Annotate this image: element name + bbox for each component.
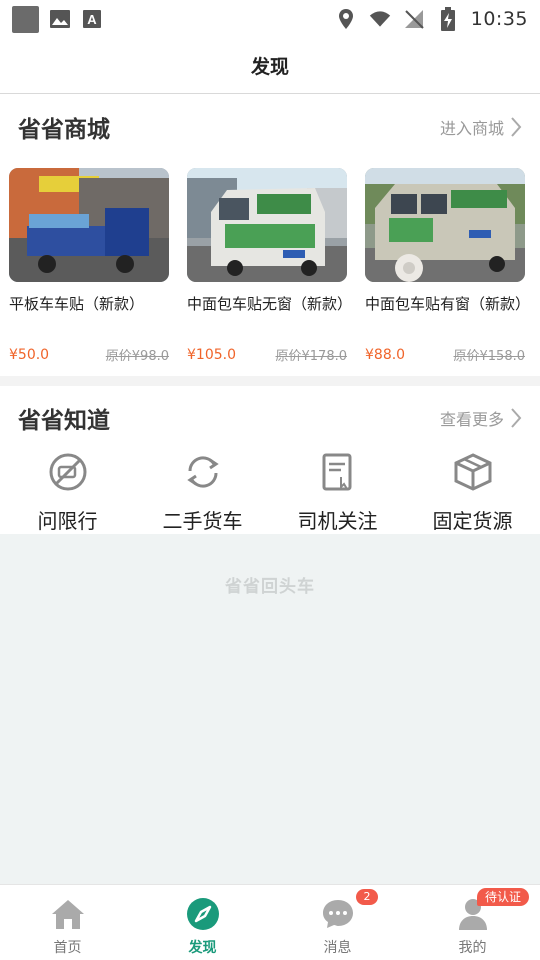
banner-area: 省省回头车: [0, 534, 540, 884]
feature-restriction-query[interactable]: 问限行: [0, 450, 135, 534]
bottom-nav: 首页 发现 消息 2 我的 待认证: [0, 884, 540, 960]
clock: 10:35: [470, 8, 528, 30]
product-card[interactable]: 平板车车贴（新款） ¥50.0 原价¥98.0: [9, 168, 169, 368]
mall-section-title: 省省商城: [18, 117, 110, 143]
feature-label: 固定货源: [432, 509, 513, 533]
status-bar: A 10:35: [0, 0, 540, 38]
nav-messages[interactable]: 消息 2: [270, 885, 405, 960]
knowledge-section-title: 省省知道: [18, 408, 110, 434]
product-list: 平板车车贴（新款） ¥50.0 原价¥98.0 中面包车贴无窗（新款） ¥105…: [9, 168, 533, 368]
product-card[interactable]: 中面包车贴无窗（新款） ¥105.0 原价¥178.0: [187, 168, 353, 368]
see-more-label: 查看更多: [439, 410, 504, 429]
mall-section-header: 省省商城 进入商城: [0, 97, 540, 157]
nav-home[interactable]: 首页: [0, 885, 135, 960]
feature-label: 问限行: [37, 509, 98, 533]
page-title: 发现: [250, 56, 289, 78]
no-driving-icon: [46, 450, 90, 493]
product-original-price: 原价¥178.0: [275, 349, 348, 364]
feature-label: 二手货车: [162, 509, 243, 533]
product-price: ¥88.0: [365, 346, 406, 363]
product-image-van-with-window: [365, 168, 525, 282]
product-name: 中面包车贴有窗（新款）: [365, 295, 531, 313]
see-more-link[interactable]: 查看更多: [440, 406, 522, 430]
feature-used-trucks[interactable]: 二手货车: [135, 450, 270, 534]
nav-mine[interactable]: 我的 待认证: [405, 885, 540, 960]
product-card[interactable]: 中面包车贴有窗（新款） ¥88.0 原价¥158.0: [365, 168, 531, 368]
feature-label: 司机关注: [297, 509, 378, 533]
enter-mall-label: 进入商城: [439, 119, 504, 138]
app-notification-icon: [12, 5, 39, 33]
chevron-right-icon: [511, 117, 522, 137]
product-original-price: 原价¥98.0: [105, 349, 169, 364]
image-icon: [49, 8, 71, 30]
nav-label: 首页: [53, 940, 82, 956]
chevron-right-icon: [511, 408, 522, 428]
feature-grid: 问限行 二手货车 司机关注 固定货源: [0, 450, 540, 534]
feature-driver-concern[interactable]: 司机关注: [270, 450, 405, 534]
app-header: 发现: [0, 38, 540, 94]
enter-mall-link[interactable]: 进入商城: [440, 115, 522, 139]
product-name: 平板车车贴（新款）: [9, 295, 145, 313]
message-count-badge: 2: [356, 889, 378, 905]
product-price: ¥105.0: [187, 346, 236, 363]
wifi-icon: [369, 8, 391, 30]
knowledge-section-header: 省省知道 查看更多: [0, 388, 540, 448]
product-image-flatbed-truck: [9, 168, 169, 282]
nav-label: 消息: [323, 940, 352, 956]
product-original-price: 原价¥158.0: [453, 349, 526, 364]
document-tap-icon: [316, 450, 360, 493]
battery-charging-icon: [437, 7, 459, 31]
product-name: 中面包车贴无窗（新款）: [187, 295, 353, 313]
verification-pending-badge: 待认证: [477, 888, 530, 906]
nav-label: 发现: [188, 940, 217, 956]
location-icon: [335, 8, 357, 30]
product-image-van-no-window: [187, 168, 347, 282]
home-icon: [51, 897, 85, 931]
feature-fixed-cargo[interactable]: 固定货源: [405, 450, 540, 534]
nav-label: 我的: [458, 940, 487, 956]
product-price: ¥50.0: [9, 346, 50, 363]
svg-text:A: A: [87, 12, 97, 27]
no-signal-icon: [403, 8, 425, 30]
nav-discover[interactable]: 发现: [135, 885, 270, 960]
compass-icon: [186, 897, 220, 931]
chat-icon: [321, 897, 355, 931]
font-icon: A: [81, 8, 103, 30]
banner-logo: 省省回头车: [225, 577, 315, 597]
section-divider: [0, 376, 540, 386]
box-icon: [451, 450, 495, 493]
refresh-icon: [181, 450, 225, 493]
